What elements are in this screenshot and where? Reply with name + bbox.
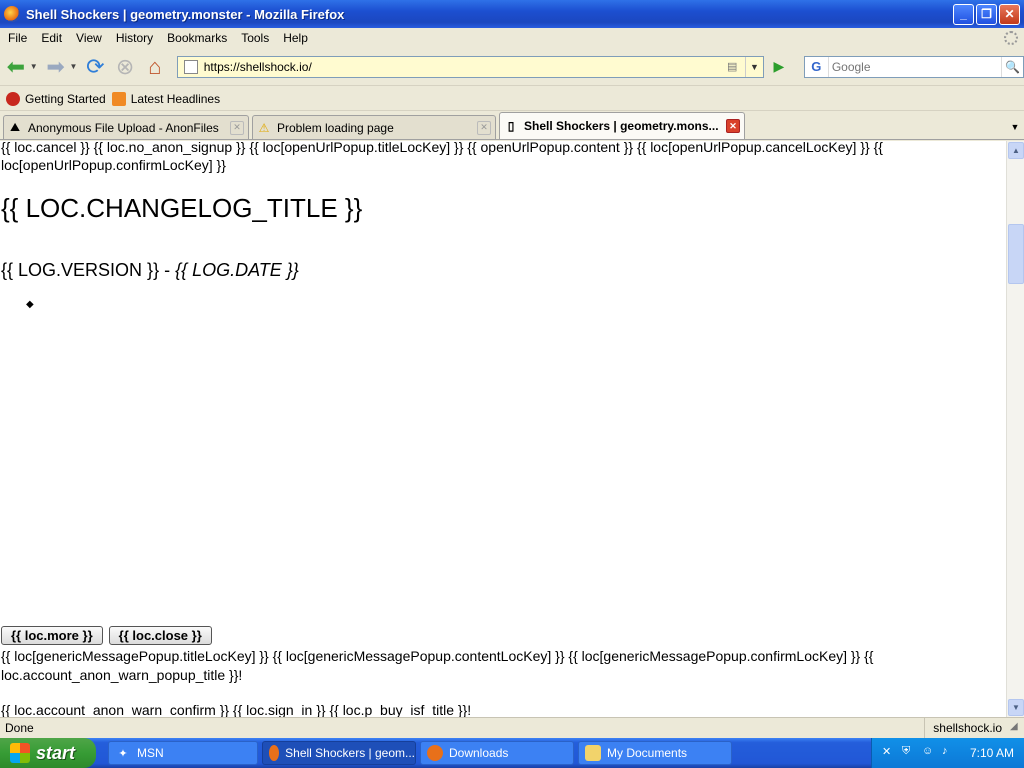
taskbar-item-firefox[interactable]: Shell Shockers | geom... bbox=[262, 741, 416, 765]
taskbar-item-label: Downloads bbox=[449, 746, 509, 760]
folder-icon bbox=[585, 745, 601, 761]
bookmark-label: Getting Started bbox=[25, 91, 106, 106]
taskbar-item-downloads[interactable]: Downloads bbox=[420, 741, 574, 765]
tab-label: Problem loading page bbox=[277, 120, 394, 135]
volume-icon[interactable]: ♪ bbox=[942, 745, 958, 761]
text-line: {{ loc[genericMessagePopup.titleLocKey] … bbox=[1, 648, 874, 664]
firefox-icon bbox=[269, 745, 280, 761]
warning-icon: ⚠ bbox=[258, 120, 270, 135]
taskbar-item-label: My Documents bbox=[607, 746, 688, 760]
search-input[interactable] bbox=[828, 58, 1002, 75]
text-line: {{ loc.account_anon_warn_confirm }} {{ l… bbox=[1, 702, 472, 717]
menu-file[interactable]: File bbox=[2, 31, 33, 45]
search-bar[interactable]: G 🔍 bbox=[803, 55, 1024, 78]
log-version: {{ LOG.VERSION }} - bbox=[1, 260, 176, 280]
scroll-down-arrow[interactable]: ▼ bbox=[1008, 699, 1024, 716]
close-button[interactable]: {{ loc.close }} bbox=[108, 626, 212, 645]
close-tab-icon[interactable]: ✕ bbox=[477, 120, 491, 135]
menu-history[interactable]: History bbox=[110, 31, 159, 45]
firefox-bookmark-icon bbox=[6, 91, 20, 106]
rss-icon[interactable]: ▤ bbox=[727, 60, 741, 74]
page-icon bbox=[183, 59, 198, 74]
tab-label: Shell Shockers | geometry.mons... bbox=[524, 119, 719, 133]
clock[interactable]: 7:10 AM bbox=[970, 746, 1014, 760]
anonfiles-icon: ⛰ bbox=[9, 120, 21, 134]
page-icon: ▯ bbox=[507, 119, 515, 133]
windows-taskbar: start ✦ MSN Shell Shockers | geom... Dow… bbox=[0, 738, 1024, 768]
menu-help[interactable]: Help bbox=[277, 31, 314, 45]
menu-edit[interactable]: Edit bbox=[35, 31, 68, 45]
taskbar-item-msn[interactable]: ✦ MSN bbox=[108, 741, 258, 765]
maximize-button[interactable]: ❐ bbox=[976, 3, 997, 25]
start-button[interactable]: start bbox=[0, 738, 96, 768]
resize-grip-icon[interactable]: ◢ bbox=[1010, 721, 1024, 735]
back-history-dropdown[interactable]: ▼ bbox=[30, 62, 40, 71]
text-line: loc[openUrlPopup.confirmLocKey] }} bbox=[1, 157, 226, 173]
messenger-icon[interactable]: ☺ bbox=[922, 745, 938, 761]
reload-button[interactable]: ⟳ bbox=[81, 53, 109, 81]
url-bar[interactable]: https://shellshock.io/ ▤ ▼ bbox=[176, 55, 764, 78]
taskbar-item-label: MSN bbox=[137, 746, 164, 760]
stop-button[interactable]: ⊗ bbox=[111, 53, 139, 81]
network-icon[interactable]: ✕ bbox=[882, 745, 898, 761]
tab-label: Anonymous File Upload - AnonFiles bbox=[28, 120, 219, 135]
rss-feed-icon bbox=[111, 91, 126, 106]
close-tab-icon[interactable]: ✕ bbox=[230, 120, 244, 135]
forward-button[interactable]: ➡ bbox=[42, 53, 70, 81]
forward-history-dropdown[interactable]: ▼ bbox=[69, 62, 79, 71]
tab-strip: ⛰ Anonymous File Upload - AnonFiles ✕ ⚠ … bbox=[0, 112, 1024, 140]
close-window-button[interactable]: ✕ bbox=[999, 3, 1020, 25]
more-button[interactable]: {{ loc.more }} bbox=[1, 626, 103, 645]
back-button[interactable]: ⬅ bbox=[2, 53, 30, 81]
list-all-tabs-button[interactable]: ▼ bbox=[1006, 115, 1024, 139]
tab-anonfiles[interactable]: ⛰ Anonymous File Upload - AnonFiles ✕ bbox=[3, 115, 249, 139]
menu-bookmarks[interactable]: Bookmarks bbox=[161, 31, 233, 45]
scroll-up-arrow[interactable]: ▲ bbox=[1008, 142, 1024, 159]
throbber-icon bbox=[1004, 31, 1018, 45]
firefox-icon bbox=[427, 745, 443, 761]
list-bullet: ◆ bbox=[26, 299, 34, 310]
close-tab-icon[interactable]: ✕ bbox=[726, 119, 740, 133]
menu-tools[interactable]: Tools bbox=[235, 31, 275, 45]
windows-logo-icon bbox=[10, 743, 30, 763]
start-label: start bbox=[36, 742, 76, 763]
taskbar-item-label: Shell Shockers | geom... bbox=[285, 746, 415, 760]
bookmark-latest-headlines[interactable]: Latest Headlines bbox=[111, 91, 221, 106]
window-title-bar[interactable]: Shell Shockers | geometry.monster - Mozi… bbox=[0, 0, 1024, 28]
vertical-scrollbar[interactable]: ▲ ▼ bbox=[1006, 141, 1024, 717]
url-history-dropdown[interactable]: ▼ bbox=[744, 56, 763, 77]
navigation-toolbar: ⬅ ▼ ➡ ▼ ⟳ ⊗ ⌂ https://shellshock.io/ ▤ ▼… bbox=[0, 48, 1024, 86]
window-title: Shell Shockers | geometry.monster - Mozi… bbox=[26, 6, 345, 22]
changelog-entry-heading: {{ LOG.VERSION }} - {{ LOG.DATE }} bbox=[1, 260, 299, 281]
status-bar: Done shellshock.io ◢ bbox=[0, 717, 1024, 738]
page-content: {{ loc.cancel }} {{ loc.no_anon_signup }… bbox=[0, 141, 1006, 717]
bookmark-label: Latest Headlines bbox=[130, 91, 221, 106]
bookmarks-toolbar: Getting Started Latest Headlines bbox=[0, 87, 1024, 111]
changelog-title: {{ LOC.CHANGELOG_TITLE }} bbox=[1, 193, 363, 223]
text-line: loc.account_anon_warn_popup_title }}! bbox=[1, 667, 243, 683]
menu-bar: File Edit View History Bookmarks Tools H… bbox=[0, 28, 1024, 48]
home-button[interactable]: ⌂ bbox=[141, 53, 169, 81]
bookmark-getting-started[interactable]: Getting Started bbox=[6, 91, 106, 106]
taskbar-item-my-documents[interactable]: My Documents bbox=[578, 741, 732, 765]
search-icon[interactable]: 🔍 bbox=[1001, 56, 1023, 77]
text-line: {{ loc.cancel }} {{ loc.no_anon_signup }… bbox=[1, 141, 883, 155]
status-host: shellshock.io bbox=[924, 718, 1010, 738]
msn-butterfly-icon: ✦ bbox=[118, 747, 128, 760]
tab-problem-loading[interactable]: ⚠ Problem loading page ✕ bbox=[252, 115, 496, 139]
go-button[interactable]: ▶ bbox=[768, 56, 790, 78]
tab-shell-shockers[interactable]: ▯ Shell Shockers | geometry.mons... ✕ bbox=[499, 112, 745, 139]
scroll-thumb[interactable] bbox=[1008, 224, 1024, 284]
menu-view[interactable]: View bbox=[70, 31, 108, 45]
firefox-icon bbox=[4, 6, 20, 22]
log-date: {{ LOG.DATE }} bbox=[175, 260, 299, 280]
security-shield-icon[interactable]: ⛨ bbox=[902, 745, 918, 761]
popup-button-row: {{ loc.more }} {{ loc.close }} bbox=[1, 626, 218, 645]
url-text[interactable]: https://shellshock.io/ bbox=[204, 60, 727, 74]
search-engine-icon[interactable]: G bbox=[805, 56, 829, 77]
status-text: Done bbox=[5, 721, 34, 735]
minimize-button[interactable]: _ bbox=[953, 3, 974, 25]
system-tray: ✕ ⛨ ☺ ♪ 7:10 AM bbox=[870, 738, 1024, 768]
